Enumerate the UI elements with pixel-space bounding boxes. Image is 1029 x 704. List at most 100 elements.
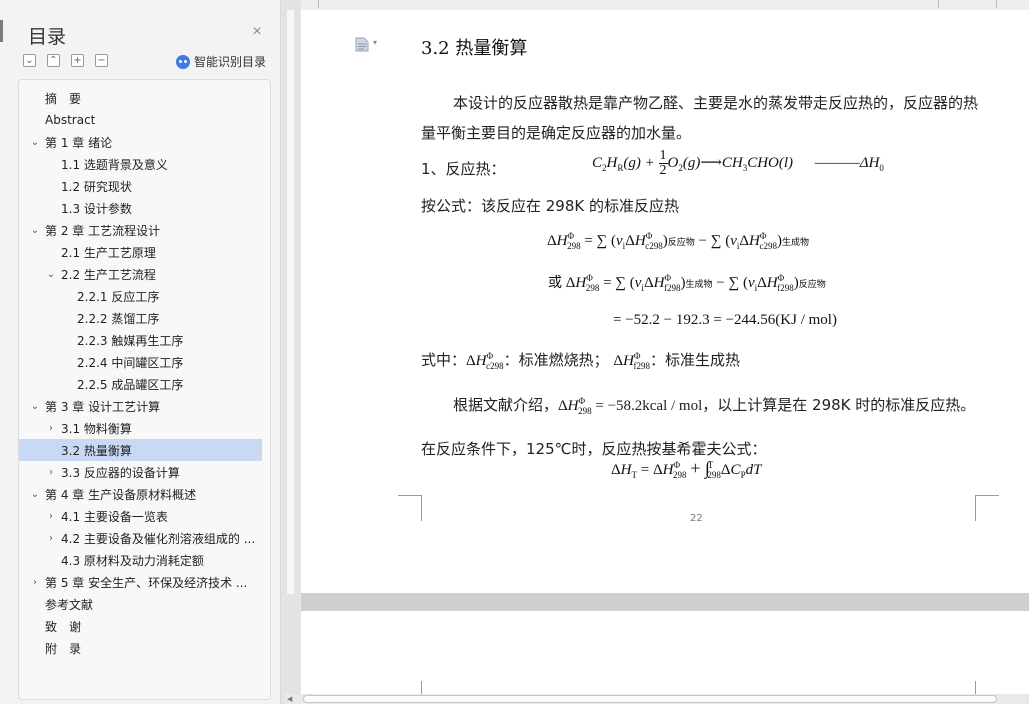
toc-item-label: 参考文献 — [45, 597, 94, 612]
toc-item[interactable]: 2.2.1 反应工序 — [19, 285, 262, 307]
horizontal-scrollbar[interactable]: ◀ — [284, 694, 1029, 704]
toc-item-label: 第 1 章 绪论 — [45, 135, 113, 150]
chevron-right-icon[interactable]: › — [45, 533, 57, 544]
sub-product: 生成物 — [781, 238, 809, 248]
toc-item-label: 1.2 研究现状 — [61, 179, 132, 194]
or-label: 或 — [548, 275, 562, 291]
next-page[interactable] — [301, 611, 1029, 704]
scrollbar-thumb[interactable] — [303, 695, 997, 703]
toc-item[interactable]: 1.3 设计参数 — [19, 197, 262, 219]
toc-item[interactable]: 2.2.2 蒸馏工序 — [19, 307, 262, 329]
toc-item[interactable]: Abstract — [19, 109, 262, 131]
page-gap — [301, 593, 1029, 611]
sub-reactant: 反应物 — [667, 238, 695, 248]
page-top-edge — [301, 0, 1029, 10]
toc-item[interactable]: 致 谢 — [19, 615, 262, 637]
sub-reactant-2: 反应物 — [798, 280, 826, 290]
toc-item[interactable]: ⌄ 2.2 生产工艺流程 — [19, 263, 262, 285]
reaction-label: 1、反应热： — [421, 160, 506, 178]
crop-mark — [975, 495, 999, 496]
document-page[interactable]: ▾ 3.2 热量衡算 本设计的反应器散热是靠产物乙醛、主要是水的蒸发带走反应热的… — [301, 10, 1029, 593]
toc-item[interactable]: 4.3 原材料及动力消耗定额 — [19, 549, 262, 571]
toc-item-label: 4.1 主要设备一览表 — [61, 509, 168, 524]
collapse-all-icon[interactable]: ⌄ — [23, 54, 36, 67]
toc-item-label: 2.2.3 触媒再生工序 — [77, 333, 184, 348]
chevron-down-icon[interactable]: ⌄ — [29, 137, 41, 148]
toc-item-label: 2.2.2 蒸馏工序 — [77, 311, 160, 326]
sub-product-2: 生成物 — [685, 280, 713, 290]
toc-list: 摘 要 Abstract ⌄ 第 1 章 绪论 1.1 选题背景及意义 1.2 研究现状 1… — [18, 79, 271, 700]
toc-item-label: 2.2.5 成品罐区工序 — [77, 377, 184, 392]
toc-item-label: 2.2 生产工艺流程 — [61, 267, 156, 282]
para2-value: = −58.2kcal / mol — [595, 398, 703, 414]
toc-item[interactable]: 附 录 — [19, 637, 262, 659]
chevron-down-icon[interactable]: ⌄ — [29, 489, 41, 500]
crop-mark — [398, 495, 422, 496]
smart-toc-label: 智能识别目录 — [194, 55, 267, 69]
toc-item[interactable]: 2.2.5 成品罐区工序 — [19, 373, 262, 395]
equation-result: = −52.2 − 192.3 = −244.56(KJ / mol) — [613, 312, 837, 328]
toc-item[interactable]: 1.2 研究现状 — [19, 175, 262, 197]
remove-heading-icon[interactable]: − — [95, 54, 108, 67]
legend-formation: ：标准生成热 — [650, 351, 741, 369]
toc-item-label: 3.1 物料衡算 — [61, 421, 132, 436]
toc-item[interactable]: 2.1 生产工艺原理 — [19, 241, 262, 263]
toc-item-label: 第 2 章 工艺流程设计 — [45, 223, 161, 238]
pane-edge-handle[interactable] — [0, 20, 3, 42]
chevron-right-icon[interactable]: › — [45, 423, 57, 434]
toc-item-label: 4.2 主要设备及催化剂溶液组成的 ... — [61, 531, 256, 546]
toc-item[interactable]: › 4.2 主要设备及催化剂溶液组成的 ... — [19, 527, 262, 549]
chevron-right-icon[interactable]: › — [45, 467, 57, 478]
toc-item[interactable]: 摘 要 — [19, 87, 262, 109]
toc-item-label: 4.3 原材料及动力消耗定额 — [61, 553, 204, 568]
chevron-down-icon[interactable]: ⌄ — [45, 269, 57, 280]
toc-item[interactable]: 3.2 热量衡算 — [19, 439, 262, 461]
toc-item-label: 2.1 生产工艺原理 — [61, 245, 156, 260]
toc-item[interactable]: 1.1 选题背景及意义 — [19, 153, 262, 175]
chevron-down-icon[interactable]: ⌄ — [29, 225, 41, 236]
toc-item-label: 1.3 设计参数 — [61, 201, 132, 216]
toc-pane-title: 目录 — [28, 26, 67, 48]
chevron-down-icon[interactable]: ⌄ — [29, 401, 41, 412]
toc-item[interactable]: › 第 5 章 安全生产、环保及经济技术 ... — [19, 571, 262, 593]
toc-item-label: 摘 要 — [45, 91, 82, 106]
page-number: 22 — [690, 513, 703, 524]
toc-item-label: 2.2.1 反应工序 — [77, 289, 160, 304]
toc-item[interactable]: 2.2.4 中间罐区工序 — [19, 351, 262, 373]
scroll-left-icon[interactable]: ◀ — [287, 695, 292, 703]
paragraph-2: 根据文献介绍，ΔHΦ298 = −58.2kcal / mol，以上计算是在 2… — [421, 396, 976, 458]
document-icon[interactable] — [355, 37, 369, 52]
section-heading: 3.2 热量衡算 — [421, 38, 528, 59]
toc-item[interactable]: ⌄ 第 2 章 工艺流程设计 — [19, 219, 262, 241]
toc-item[interactable]: ⌄ 第 4 章 生产设备原材料概述 — [19, 483, 262, 505]
add-heading-icon[interactable]: + — [71, 54, 84, 67]
toc-item[interactable]: 参考文献 — [19, 593, 262, 615]
toc-item[interactable]: › 3.1 物料衡算 — [19, 417, 262, 439]
equation-combustion: ΔHΦ298 = ∑ (νiΔHΦc298)反应物 − ∑ (νiΔHΦc298… — [547, 231, 809, 251]
toc-item[interactable]: › 4.1 主要设备一览表 — [19, 505, 262, 527]
chevron-right-icon[interactable]: › — [45, 511, 57, 522]
toc-item-label: 1.1 选题背景及意义 — [61, 157, 168, 172]
toc-item[interactable]: › 3.3 反应器的设备计算 — [19, 461, 262, 483]
close-icon[interactable]: × — [249, 24, 265, 40]
toc-item-label: 3.3 反应器的设备计算 — [61, 465, 180, 480]
legend-prefix: 式中： — [421, 351, 467, 369]
smart-toc-button[interactable]: 智能识别目录 — [176, 53, 266, 70]
toc-item[interactable]: ⌄ 第 1 章 绪论 — [19, 131, 262, 153]
chevron-right-icon[interactable]: › — [29, 577, 41, 588]
toc-item-label: 致 谢 — [45, 619, 82, 634]
toc-item-label: 附 录 — [45, 641, 82, 656]
toc-item[interactable]: 2.2.3 触媒再生工序 — [19, 329, 262, 351]
expand-all-icon[interactable]: ⌃ — [47, 54, 60, 67]
para2-start: 根据文献介绍， — [453, 396, 559, 414]
toc-item-label: Abstract — [45, 113, 96, 127]
toc-item-label: 3.2 热量衡算 — [61, 443, 132, 458]
chevron-down-icon[interactable]: ▾ — [373, 38, 377, 47]
reaction-equation: C2HR(g) + 1 2 O2(g)⟶CH3CHO(l) ———ΔH0 — [592, 148, 884, 178]
paragraph-1: 本设计的反应器散热是靠产物乙醛、主要是水的蒸发带走反应热的，反应器的热量平衡主要… — [421, 94, 979, 142]
equation-formation: 或 ΔHΦ298 = ∑ (νiΔHΦf298)生成物 − ∑ (νiΔHΦf2… — [548, 273, 826, 293]
formula-intro: 按公式：该反应在 298K 的标准反应热 — [421, 197, 680, 215]
vertical-ruler — [281, 0, 300, 704]
kirchhoff-equation: ΔHT = ΔHΦ298 + ∫T298ΔCPdT — [611, 458, 762, 480]
toc-item[interactable]: ⌄ 第 3 章 设计工艺计算 — [19, 395, 262, 417]
